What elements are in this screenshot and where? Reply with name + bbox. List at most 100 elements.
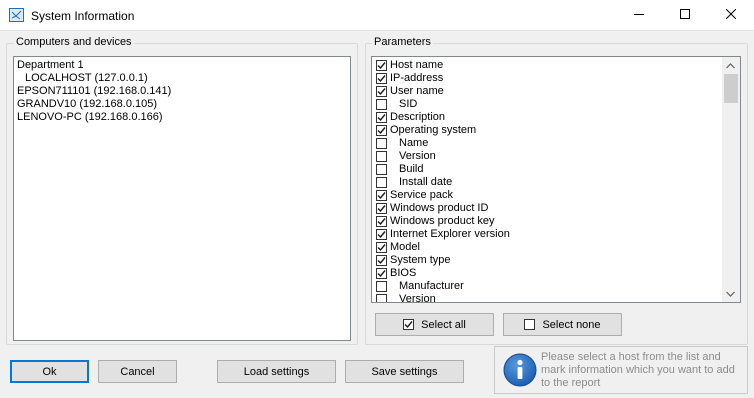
parameter-checkbox[interactable]	[376, 60, 387, 71]
checkmark-icon	[377, 75, 386, 83]
parameter-row[interactable]: Host name	[375, 59, 715, 72]
parameter-checkbox[interactable]	[376, 73, 387, 84]
parameter-row[interactable]: IP-address	[375, 72, 715, 85]
parameter-label: Build	[399, 163, 424, 175]
parameter-checkbox[interactable]	[376, 138, 387, 149]
scroll-up-button[interactable]	[722, 57, 739, 74]
list-item-department[interactable]: Department 1	[17, 59, 84, 72]
chevron-down-icon	[726, 288, 735, 300]
parameter-checkbox[interactable]	[376, 190, 387, 201]
load-settings-button[interactable]: Load settings	[217, 360, 336, 383]
parameter-label: SID	[399, 98, 418, 110]
parameter-checkbox[interactable]	[376, 99, 387, 110]
chevron-up-icon	[726, 60, 735, 72]
parameter-row[interactable]: BIOS	[375, 267, 715, 280]
save-settings-button[interactable]: Save settings	[345, 360, 464, 383]
maximize-icon	[680, 9, 690, 22]
parameter-row[interactable]: Install date	[375, 176, 715, 189]
parameter-checkbox[interactable]	[376, 216, 387, 227]
select-all-checkbox	[403, 319, 415, 330]
parameters-scrollbar[interactable]	[722, 57, 740, 302]
parameter-label: Windows product ID	[390, 202, 489, 214]
parameter-row[interactable]: Name	[375, 137, 715, 150]
checkmark-icon	[377, 62, 386, 70]
parameter-label: Host name	[390, 59, 444, 71]
select-none-checkbox	[524, 319, 536, 330]
window-title: System Information	[31, 9, 135, 23]
minimize-button[interactable]	[616, 0, 662, 31]
parameter-row[interactable]: Operating system	[375, 124, 715, 137]
parameter-checkbox[interactable]	[376, 112, 387, 123]
minimize-icon	[634, 9, 644, 22]
parameter-row[interactable]: SID	[375, 98, 715, 111]
list-item-host[interactable]: LOCALHOST (127.0.0.1)	[25, 72, 148, 85]
parameter-row[interactable]: Manufacturer	[375, 280, 715, 293]
parameter-label: Version	[399, 293, 436, 303]
checkmark-icon	[377, 127, 386, 135]
checkmark-icon	[377, 270, 386, 278]
info-panel: Please select a host from the list and m…	[494, 346, 748, 394]
computers-group-label: Computers and devices	[14, 36, 134, 48]
parameter-label: Windows product key	[390, 215, 495, 227]
checkmark-icon	[377, 192, 386, 200]
parameter-checkbox[interactable]	[376, 242, 387, 253]
close-button[interactable]	[708, 0, 754, 31]
parameter-row[interactable]: Description	[375, 111, 715, 124]
list-item-host[interactable]: GRANDV10 (192.168.0.105)	[17, 98, 157, 111]
parameter-row[interactable]: Version	[375, 293, 715, 303]
parameter-row[interactable]: Windows product key	[375, 215, 715, 228]
scroll-thumb[interactable]	[724, 74, 738, 103]
maximize-button[interactable]	[662, 0, 708, 31]
parameter-label: Manufacturer	[399, 280, 464, 292]
parameter-checkbox[interactable]	[376, 125, 387, 136]
select-all-button[interactable]: Select all	[375, 313, 494, 336]
parameter-label: User name	[390, 85, 444, 97]
computers-list[interactable]: Department 1 LOCALHOST (127.0.0.1) EPSON…	[13, 56, 351, 341]
parameter-label: Operating system	[390, 124, 477, 136]
parameter-row[interactable]: User name	[375, 85, 715, 98]
parameter-checkbox[interactable]	[376, 281, 387, 292]
checkmark-icon	[404, 321, 413, 329]
parameter-label: Description	[390, 111, 446, 123]
checkmark-icon	[377, 205, 386, 213]
checkmark-icon	[377, 257, 386, 265]
close-icon	[725, 8, 737, 22]
parameter-checkbox[interactable]	[376, 151, 387, 162]
info-icon	[503, 353, 537, 387]
parameter-row[interactable]: Service pack	[375, 189, 715, 202]
parameter-checkbox[interactable]	[376, 268, 387, 279]
parameter-label: IP-address	[390, 72, 444, 84]
parameter-checkbox[interactable]	[376, 203, 387, 214]
parameter-checkbox[interactable]	[376, 177, 387, 188]
parameter-checkbox[interactable]	[376, 294, 387, 302]
checkmark-icon	[377, 114, 386, 122]
scroll-down-button[interactable]	[722, 285, 739, 302]
checkmark-icon	[377, 218, 386, 226]
parameter-checkbox[interactable]	[376, 229, 387, 240]
parameter-checkbox[interactable]	[376, 164, 387, 175]
select-none-button[interactable]: Select none	[503, 313, 622, 336]
select-all-label: Select all	[421, 318, 466, 331]
checkmark-icon	[377, 244, 386, 252]
list-item-host[interactable]: LENOVO-PC (192.168.0.166)	[17, 111, 163, 124]
ok-button[interactable]: Ok	[10, 360, 89, 383]
parameter-label: Internet Explorer version	[390, 228, 510, 240]
parameter-row[interactable]: Windows product ID	[375, 202, 715, 215]
parameter-row[interactable]: Version	[375, 150, 715, 163]
parameter-checkbox[interactable]	[376, 86, 387, 97]
parameter-label: Model	[390, 241, 420, 253]
info-message: Please select a host from the list and m…	[541, 351, 735, 389]
parameters-list[interactable]: Host name IP-address User name SID Descripti…	[371, 56, 741, 303]
parameter-row[interactable]: Internet Explorer version	[375, 228, 715, 241]
parameter-checkbox[interactable]	[376, 255, 387, 266]
parameter-row[interactable]: Build	[375, 163, 715, 176]
parameter-label: Version	[399, 150, 436, 162]
checkmark-icon	[377, 231, 386, 239]
parameter-row[interactable]: System type	[375, 254, 715, 267]
parameter-label: Name	[399, 137, 429, 149]
parameter-row[interactable]: Model	[375, 241, 715, 254]
parameter-label: Install date	[399, 176, 453, 188]
cancel-button[interactable]: Cancel	[98, 360, 177, 383]
list-item-host[interactable]: EPSON711101 (192.168.0.141)	[17, 85, 171, 98]
checkmark-icon	[377, 88, 386, 96]
